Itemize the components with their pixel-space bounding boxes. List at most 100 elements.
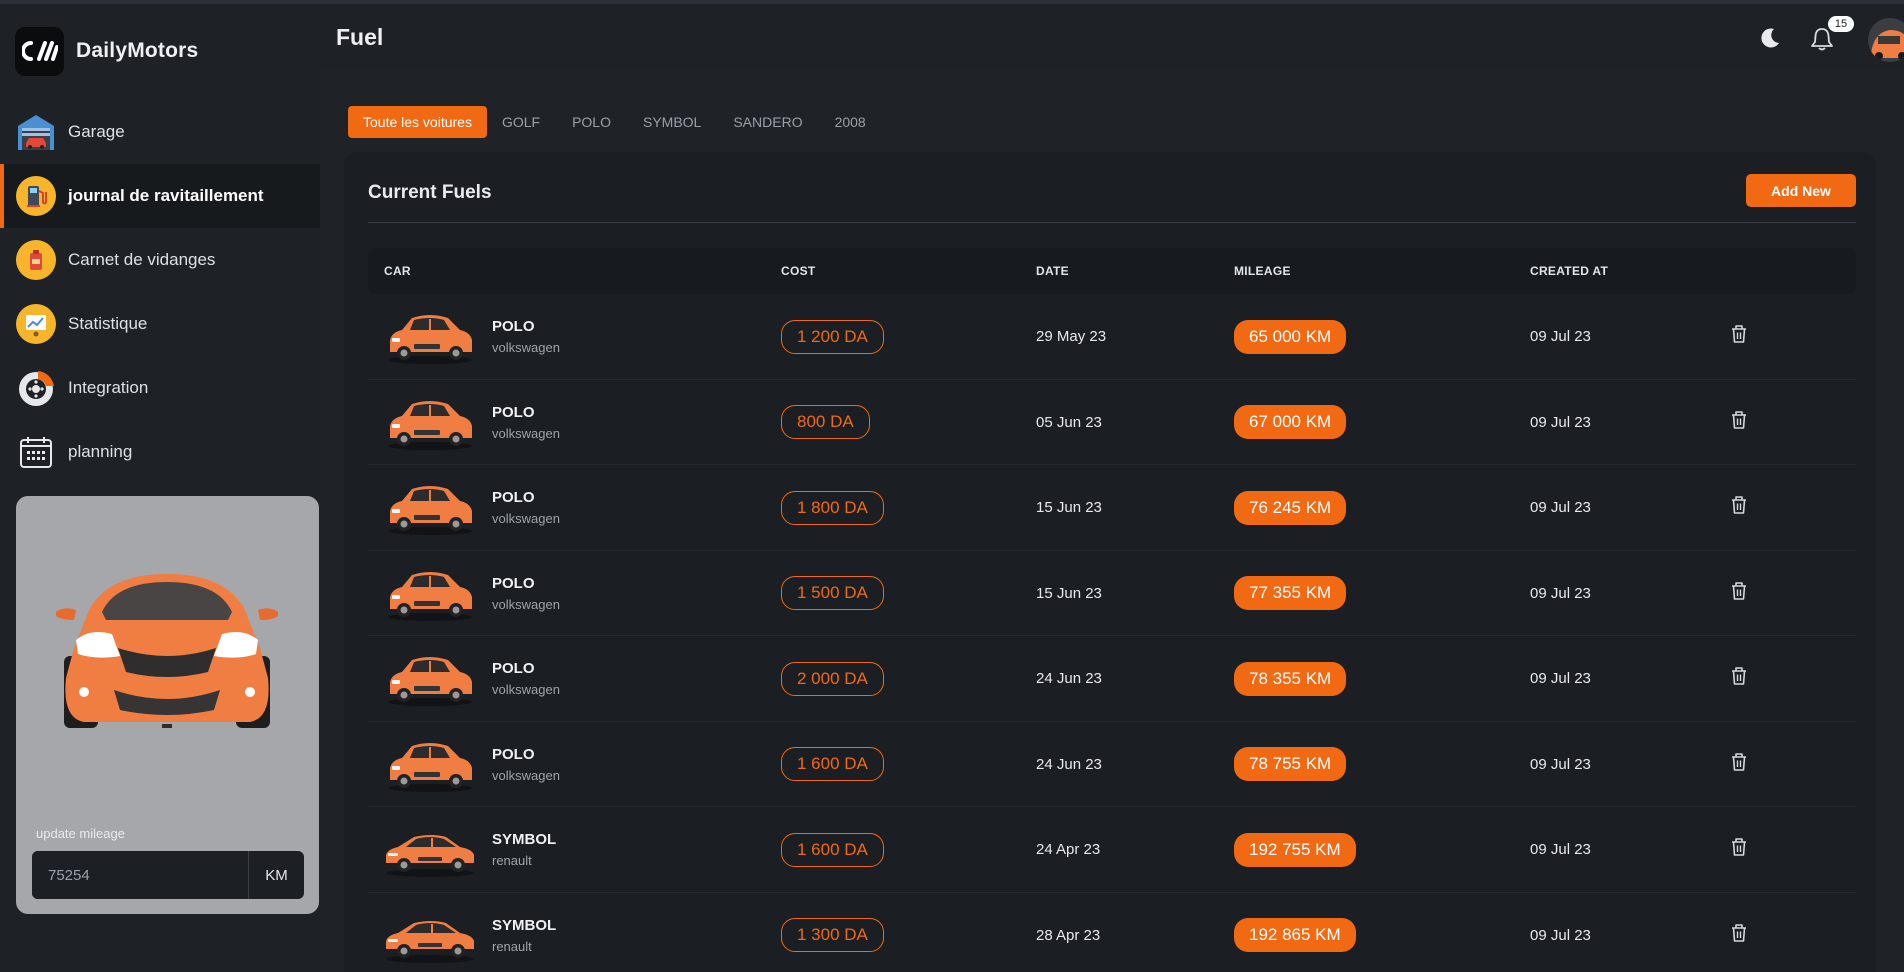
car-model: POLO [492,403,535,421]
garage-icon [16,112,56,152]
table-row[interactable]: POLO volkswagen 1 200 DA 29 May 23 65 00… [368,294,1856,380]
table-row[interactable]: SYMBOL renault 1 300 DA 28 Apr 23 192 86… [368,893,1856,972]
tab-polo[interactable]: POLO [557,106,626,138]
cost-cell: 1 600 DA [781,722,884,808]
mileage-cell: 67 000 KM [1234,380,1347,466]
mileage-cell: 78 755 KM [1234,722,1347,808]
avatar[interactable] [1868,18,1904,62]
mileage-cell: 192 865 KM [1234,893,1356,972]
cost-badge: 1 600 DA [781,832,884,867]
sidebar-item-label: Statistique [68,314,148,333]
actions-cell [1730,807,1748,893]
calendar-icon [16,432,56,472]
actions-cell [1730,465,1748,551]
column-header-cost: COST [781,264,816,278]
car-model: POLO [492,745,535,763]
car-thumbnail [384,650,476,708]
car-thumbnail [384,308,476,366]
car-model: POLO [492,489,535,506]
tab-all-cars[interactable]: Toute les voitures [348,106,487,138]
fuel-date: 05 Jun 23 [1036,413,1102,431]
sidebar-item-garage[interactable]: Garage [0,100,320,164]
current-fuels-panel: Current Fuels Add New CAR COST DATE MILE… [344,152,1876,972]
cost-badge: 1 500 DA [781,576,884,611]
tab-golf[interactable]: GOLF [487,106,555,138]
date-cell: 24 Apr 23 [1036,807,1100,893]
oil-can-icon [16,240,56,280]
created-at: 09 Jul 23 [1530,499,1591,517]
sidebar-item-label: planning [68,442,133,461]
delete-button[interactable] [1730,666,1748,691]
sidebar-item-label: journal de ravitaillement [68,186,264,205]
table-row[interactable]: POLO volkswagen 800 DA 05 Jun 23 67 000 … [368,380,1856,466]
date-cell: 15 Jun 23 [1036,465,1102,551]
tab-sandero[interactable]: SANDERO [718,106,817,138]
date-cell: 24 Jun 23 [1036,636,1102,722]
actions-cell [1730,636,1748,722]
notifications-button[interactable] [1810,26,1834,57]
add-new-button[interactable]: Add New [1746,174,1856,207]
delete-button[interactable] [1730,324,1748,349]
cost-cell: 1 600 DA [781,807,884,893]
tab-2008[interactable]: 2008 [820,106,881,138]
sidebar-item-oil-changes[interactable]: Carnet de vidanges [0,228,320,292]
date-cell: 24 Jun 23 [1036,722,1102,808]
fuel-date: 24 Jun 23 [1036,670,1102,688]
trash-icon [1732,581,1746,600]
delete-button[interactable] [1730,752,1748,777]
table-row[interactable]: POLO volkswagen 1 500 DA 15 Jun 23 77 35… [368,551,1856,637]
car-filter-tabs: Toute les voitures GOLF POLO SYMBOL SAND… [348,106,883,138]
current-car-card: update mileage KM [16,496,319,914]
delete-button[interactable] [1730,923,1748,948]
delete-button[interactable] [1730,581,1748,606]
column-header-created-at: CREATED AT [1530,264,1609,278]
fuel-date: 28 Apr 23 [1036,926,1101,944]
car-cell: POLO volkswagen [368,380,748,466]
created-at-cell: 09 Jul 23 [1530,636,1591,722]
brand[interactable]: DailyMotors [15,26,198,76]
car-cell: SYMBOL renault [368,893,748,972]
car-thumbnail [384,907,476,965]
mileage-badge: 78 355 KM [1234,661,1347,696]
delete-button[interactable] [1730,410,1748,435]
actions-cell [1730,551,1748,637]
sidebar-item-planning[interactable]: planning [0,420,320,484]
car-model: POLO [492,660,535,677]
date-cell: 29 May 23 [1036,294,1106,380]
delete-button[interactable] [1730,837,1748,862]
table-row[interactable]: POLO volkswagen 1 800 DA 15 Jun 23 76 24… [368,465,1856,551]
notification-count-badge: 15 [1828,16,1854,32]
page-title: Fuel [336,24,384,50]
dark-mode-toggle[interactable] [1758,26,1782,55]
delete-button[interactable] [1730,495,1748,520]
sidebar-item-statistics[interactable]: Statistique [0,292,320,356]
created-at: 09 Jul 23 [1530,413,1591,431]
created-at-cell: 09 Jul 23 [1530,722,1591,808]
table-row[interactable]: POLO volkswagen 2 000 DA 24 Jun 23 78 35… [368,636,1856,722]
brake-disc-icon [16,368,56,408]
car-thumbnail [384,565,476,623]
cost-cell: 1 300 DA [781,893,884,972]
created-at-cell: 09 Jul 23 [1530,294,1591,380]
mileage-badge: 77 355 KM [1234,576,1347,611]
top-bar: Fuel 15 [320,4,1904,70]
tab-symbol[interactable]: SYMBOL [628,106,716,138]
sidebar-item-integration[interactable]: Integration [0,356,320,420]
trash-icon [1732,496,1746,515]
trash-icon [1732,410,1746,429]
trash-icon [1732,923,1746,942]
mileage-input[interactable] [32,851,248,899]
table-row[interactable]: SYMBOL renault 1 600 DA 24 Apr 23 192 75… [368,807,1856,893]
car-thumbnail [384,821,476,879]
created-at: 09 Jul 23 [1530,584,1591,602]
table-row[interactable]: POLO volkswagen 1 600 DA 24 Jun 23 78 75… [368,722,1856,808]
cost-badge: 800 DA [781,405,870,440]
cost-cell: 1 500 DA [781,551,884,637]
car-model: SYMBOL [492,831,557,848]
trash-icon [1732,838,1746,857]
sidebar-item-fuel-log[interactable]: journal de ravitaillement [0,164,320,228]
created-at-cell: 09 Jul 23 [1530,551,1591,637]
created-at-cell: 09 Jul 23 [1530,893,1591,972]
car-thumbnail [384,479,476,537]
actions-cell [1730,294,1748,380]
